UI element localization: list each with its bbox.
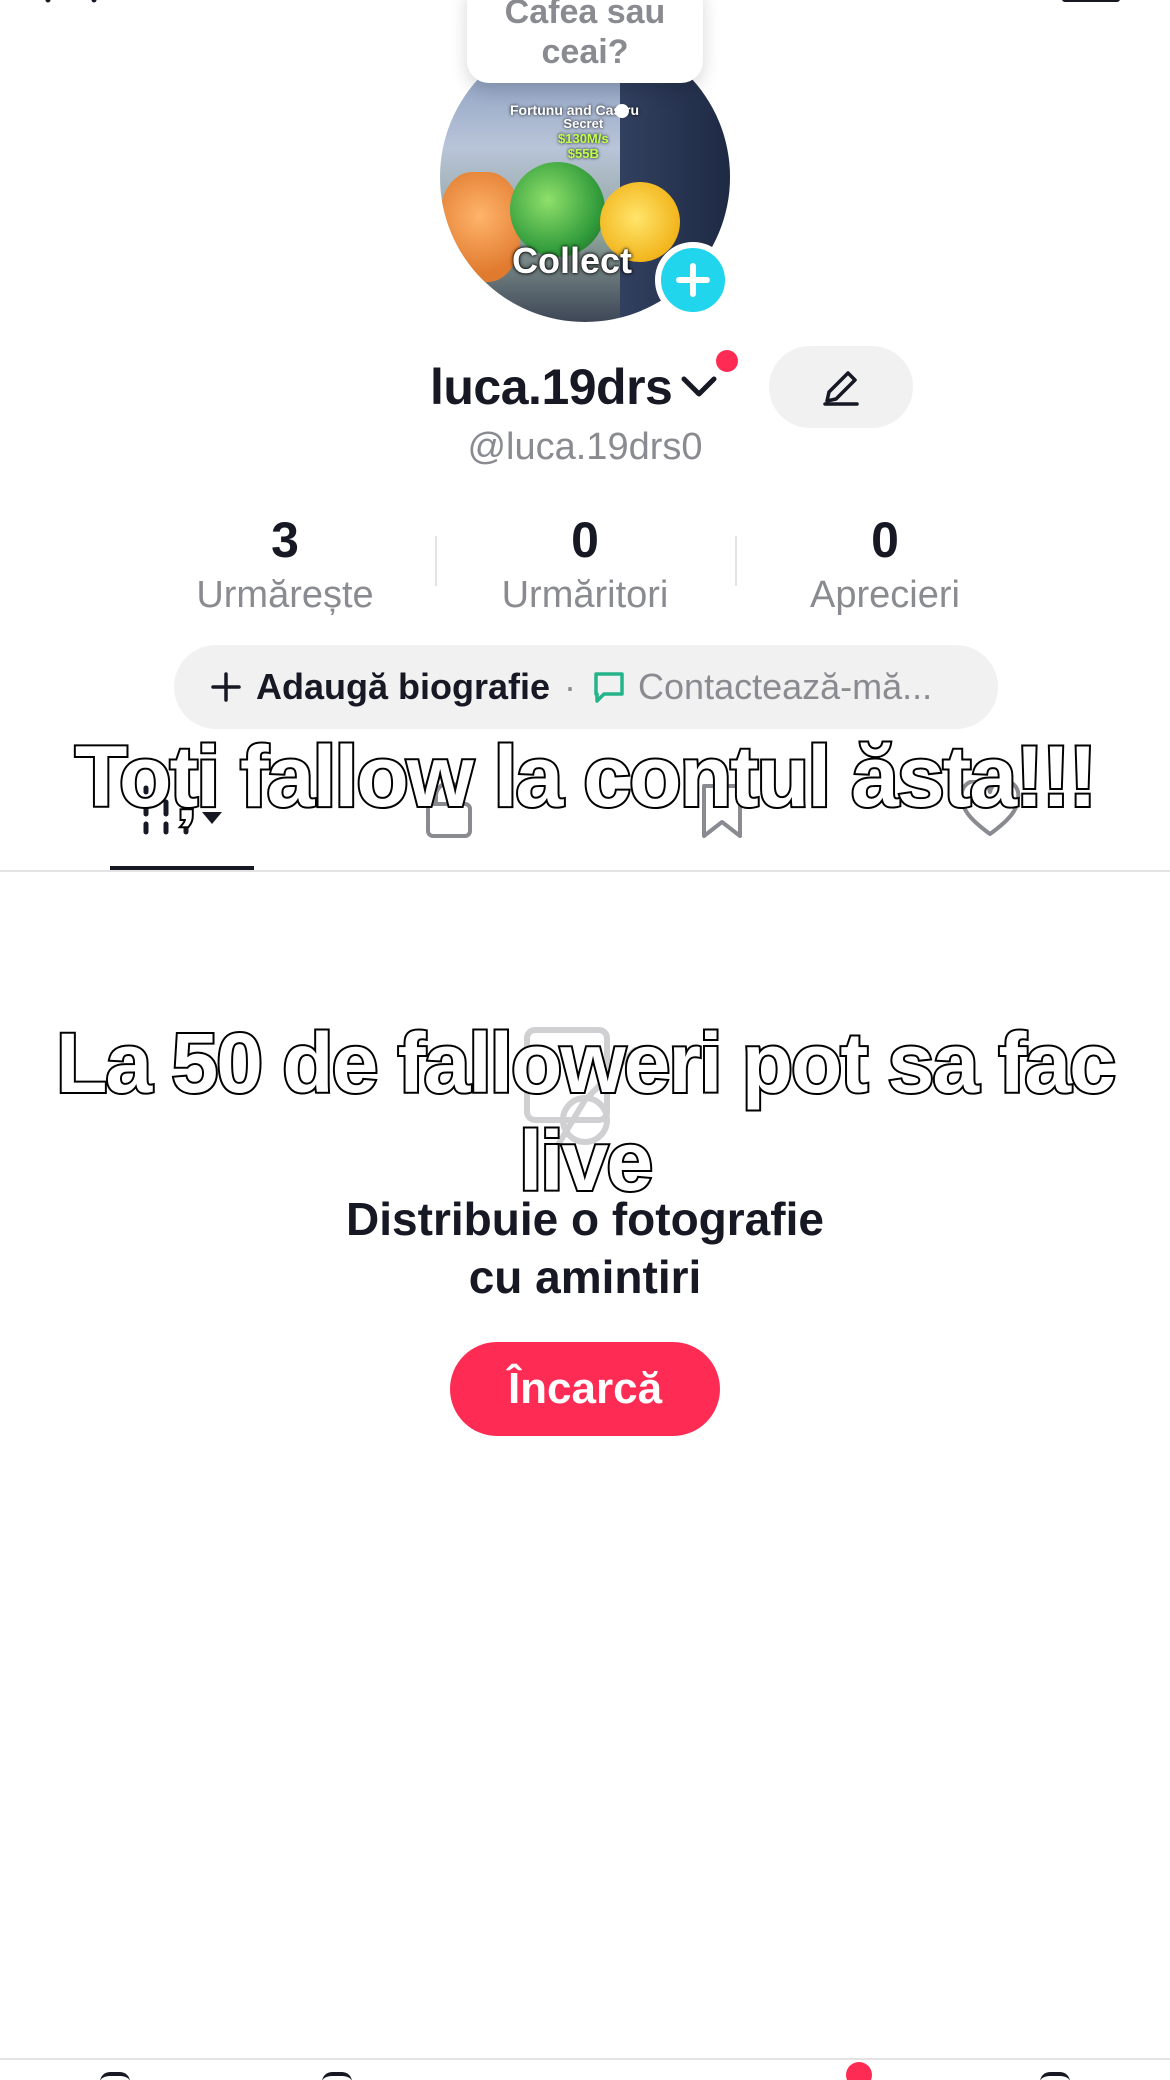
tabs-divider xyxy=(0,870,1170,872)
plus-icon xyxy=(676,263,710,297)
overlay-caption-2: La 50 de falloweri pot sa fac live xyxy=(54,1014,1118,1210)
stat-label: Urmăritori xyxy=(501,574,669,616)
stat-value: 0 xyxy=(571,512,599,568)
inbox-notification-dot xyxy=(846,2062,872,2080)
avatar-overlay-price: $55B xyxy=(567,146,599,161)
avatar-overlay-prices: Secret $130M/s $55B xyxy=(558,116,609,161)
avatar-overlay-rate: $130M/s xyxy=(558,131,609,146)
stat-likes[interactable]: 0 Aprecieri xyxy=(755,512,1015,618)
stat-divider xyxy=(735,536,737,586)
notification-dot xyxy=(716,350,738,372)
bottom-nav-icon-fragment[interactable] xyxy=(322,2072,352,2080)
add-avatar-button[interactable] xyxy=(655,242,731,318)
stat-value: 3 xyxy=(271,512,299,568)
top-left-icon-fragment[interactable] xyxy=(38,0,108,4)
bio-separator: · xyxy=(564,666,577,707)
menu-icon-fragment[interactable] xyxy=(1062,0,1120,2)
status-note-text: Cafea sau ceai? xyxy=(504,0,666,71)
chat-bubble-icon xyxy=(594,672,624,703)
display-name: luca.19drs xyxy=(430,359,673,415)
status-note-bubble[interactable]: Cafea sau ceai? xyxy=(467,0,703,83)
stat-following[interactable]: 3 Urmărește xyxy=(155,512,415,618)
bottom-nav-divider xyxy=(0,2058,1170,2060)
stat-followers[interactable]: 0 Urmăritori xyxy=(455,512,715,618)
top-right-icons-fragment[interactable] xyxy=(830,0,970,4)
bio-actions-pill[interactable]: Adaugă biografie · Contactează-mă... xyxy=(174,645,998,729)
account-switcher[interactable]: luca.19drs xyxy=(430,355,718,419)
add-bio-link[interactable]: Adaugă biografie xyxy=(256,666,550,708)
bottom-nav-icon-fragment[interactable] xyxy=(100,2072,130,2080)
avatar-overlay-collect: Collect xyxy=(512,240,633,281)
edit-profile-button[interactable] xyxy=(769,346,913,428)
overlay-caption-1: Toți fallow la contul ăsta!!! xyxy=(73,727,1099,827)
avatar-character-orange xyxy=(440,172,520,282)
stat-label: Aprecieri xyxy=(810,574,960,616)
stat-divider xyxy=(435,536,437,586)
stat-value: 0 xyxy=(871,512,899,568)
pencil-icon xyxy=(823,371,859,406)
upload-button[interactable]: Încarcă xyxy=(450,1342,720,1436)
chevron-down-icon xyxy=(680,374,718,400)
bottom-nav-icon-fragment[interactable] xyxy=(1040,2072,1070,2080)
plus-icon xyxy=(211,672,241,702)
stat-label: Urmărește xyxy=(196,574,374,616)
avatar-overlay-secret: Secret xyxy=(563,116,604,131)
contact-me-link[interactable]: Contactează-mă... xyxy=(638,666,932,708)
username-handle: @luca.19drs0 xyxy=(467,426,703,468)
avatar-pointer-dot xyxy=(615,104,629,118)
